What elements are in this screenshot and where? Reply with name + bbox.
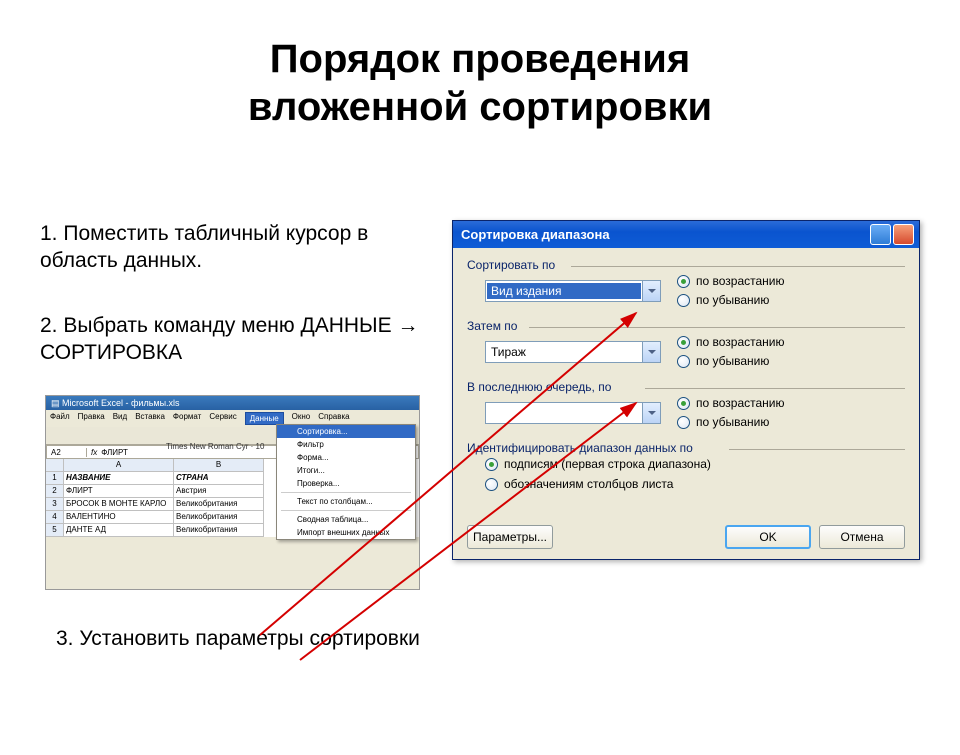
col-a-header[interactable]: A [64, 459, 174, 472]
ok-button[interactable]: OK [725, 525, 811, 549]
label-asc-3: по возрастанию [696, 396, 785, 410]
dialog-titlebar[interactable]: Сортировка диапазона [453, 221, 919, 248]
radio-desc-2[interactable]: по убыванию [677, 354, 785, 368]
then-by-legend: Затем по [467, 319, 517, 333]
radio-dot-icon [485, 458, 498, 471]
cell-b5[interactable]: Великобритания [174, 524, 264, 537]
cell-a2[interactable]: ФЛИРТ [64, 485, 174, 498]
corner-cell[interactable] [46, 459, 64, 472]
menu-item-subtotals[interactable]: Итоги... [277, 464, 415, 477]
step-3-text: 3. Установить параметры сортировки [56, 625, 436, 652]
sort-by-group: Сортировать по Вид издания по возрастани… [467, 260, 905, 311]
label-desc-3: по убыванию [696, 415, 769, 429]
label-asc-1: по возрастанию [696, 274, 785, 288]
cell-b3[interactable]: Великобритания [174, 498, 264, 511]
radio-asc-2[interactable]: по возрастанию [677, 335, 785, 349]
sort-by-value: Вид издания [487, 283, 641, 299]
header-country[interactable]: СТРАНА [174, 472, 264, 485]
data-menu-dropdown[interactable]: Сортировка... Фильтр Форма... Итоги... П… [276, 424, 416, 540]
menu-item-import[interactable]: Импорт внешних данных [277, 526, 415, 539]
radio-desc-3[interactable]: по убыванию [677, 415, 785, 429]
cell-b2[interactable]: Австрия [174, 485, 264, 498]
close-button[interactable] [893, 224, 914, 245]
radio-dot-icon [677, 355, 690, 368]
last-by-legend: В последнюю очередь, по [467, 380, 611, 394]
cell-a4[interactable]: ВАЛЕНТИНО [64, 511, 174, 524]
menu-separator-2 [281, 510, 411, 511]
excel-app-icon: ▤ [51, 398, 62, 408]
name-box[interactable]: A2 [47, 448, 87, 457]
identify-range-legend: Идентифицировать диапазон данных по [467, 441, 693, 455]
formula-value[interactable]: ФЛИРТ [101, 448, 128, 457]
row-1-num[interactable]: 1 [46, 472, 64, 485]
then-by-combo[interactable]: Тираж [485, 341, 661, 363]
slide-title: Порядок проведения вложенной сортировки [0, 35, 960, 131]
label-no-header: обозначениям столбцов листа [504, 477, 673, 491]
radio-asc-1[interactable]: по возрастанию [677, 274, 785, 288]
title-line-2: вложенной сортировки [0, 83, 960, 131]
label-header-row: подписям (первая строка диапазона) [504, 457, 711, 471]
radio-asc-3[interactable]: по возрастанию [677, 396, 785, 410]
radio-dot-icon [677, 275, 690, 288]
row-3-num[interactable]: 3 [46, 498, 64, 511]
identify-range-group: Идентифицировать диапазон данных по подп… [467, 443, 905, 495]
cell-b4[interactable]: Великобритания [174, 511, 264, 524]
cell-a5[interactable]: ДАНТЕ АД [64, 524, 174, 537]
header-name[interactable]: НАЗВАНИЕ [64, 472, 174, 485]
menu-item-text-to-cols[interactable]: Текст по столбцам... [277, 495, 415, 508]
chevron-down-icon[interactable] [642, 281, 660, 301]
chevron-down-icon[interactable] [642, 403, 660, 423]
row-4-num[interactable]: 4 [46, 511, 64, 524]
radio-desc-1[interactable]: по убыванию [677, 293, 785, 307]
radio-dot-icon [485, 478, 498, 491]
then-by-group: Затем по Тираж по возрастанию по убывани… [467, 321, 905, 372]
radio-dot-icon [677, 294, 690, 307]
menu-file[interactable]: Файл [50, 412, 70, 425]
then-by-value: Тираж [486, 345, 642, 359]
label-desc-1: по убыванию [696, 293, 769, 307]
excel-title: Microsoft Excel - фильмы.xls [62, 398, 180, 408]
cancel-button[interactable]: Отмена [819, 525, 905, 549]
radio-dot-icon [677, 397, 690, 410]
step-2-text: 2. Выбрать команду меню ДАННЫЕ → СОРТИРО… [40, 312, 440, 367]
menu-item-filter[interactable]: Фильтр [277, 438, 415, 451]
row-5-num[interactable]: 5 [46, 524, 64, 537]
step-1-text: 1. Поместить табличный курсор в область … [40, 220, 420, 275]
col-b-header[interactable]: B [174, 459, 264, 472]
sort-by-legend: Сортировать по [467, 258, 555, 272]
menu-item-pivot[interactable]: Сводная таблица... [277, 513, 415, 526]
menu-format[interactable]: Формат [173, 412, 201, 425]
menu-view[interactable]: Вид [113, 412, 127, 425]
chevron-down-icon[interactable] [642, 342, 660, 362]
menu-separator [281, 492, 411, 493]
params-button[interactable]: Параметры... [467, 525, 553, 549]
menu-item-form[interactable]: Форма... [277, 451, 415, 464]
radio-no-header[interactable]: обозначениям столбцов листа [485, 477, 673, 491]
title-line-1: Порядок проведения [0, 35, 960, 83]
row-2-num[interactable]: 2 [46, 485, 64, 498]
dialog-title: Сортировка диапазона [461, 227, 610, 242]
sort-by-combo[interactable]: Вид издания [485, 280, 661, 302]
menu-item-sort[interactable]: Сортировка... [277, 425, 415, 438]
radio-header-row[interactable]: подписям (первая строка диапазона) [485, 457, 711, 471]
menu-item-validation[interactable]: Проверка... [277, 477, 415, 490]
radio-dot-icon [677, 416, 690, 429]
sort-dialog: Сортировка диапазона Сортировать по Вид … [452, 220, 920, 560]
help-button[interactable] [870, 224, 891, 245]
menu-tools[interactable]: Сервис [209, 412, 236, 425]
excel-titlebar: ▤ Microsoft Excel - фильмы.xls [46, 396, 419, 410]
excel-font-box[interactable]: Times New Roman Cyr · 10 [166, 442, 264, 451]
menu-edit[interactable]: Правка [78, 412, 105, 425]
dialog-footer: Параметры... OK Отмена [453, 519, 919, 559]
last-by-combo[interactable] [485, 402, 661, 424]
label-asc-2: по возрастанию [696, 335, 785, 349]
menu-insert[interactable]: Вставка [135, 412, 165, 425]
cell-a3[interactable]: БРОСОК В МОНТЕ КАРЛО [64, 498, 174, 511]
excel-window: ▤ Microsoft Excel - фильмы.xls Файл Прав… [45, 395, 420, 590]
radio-dot-icon [677, 336, 690, 349]
last-by-group: В последнюю очередь, по по возрастанию п… [467, 382, 905, 433]
label-desc-2: по убыванию [696, 354, 769, 368]
fx-label: fx [87, 448, 101, 457]
